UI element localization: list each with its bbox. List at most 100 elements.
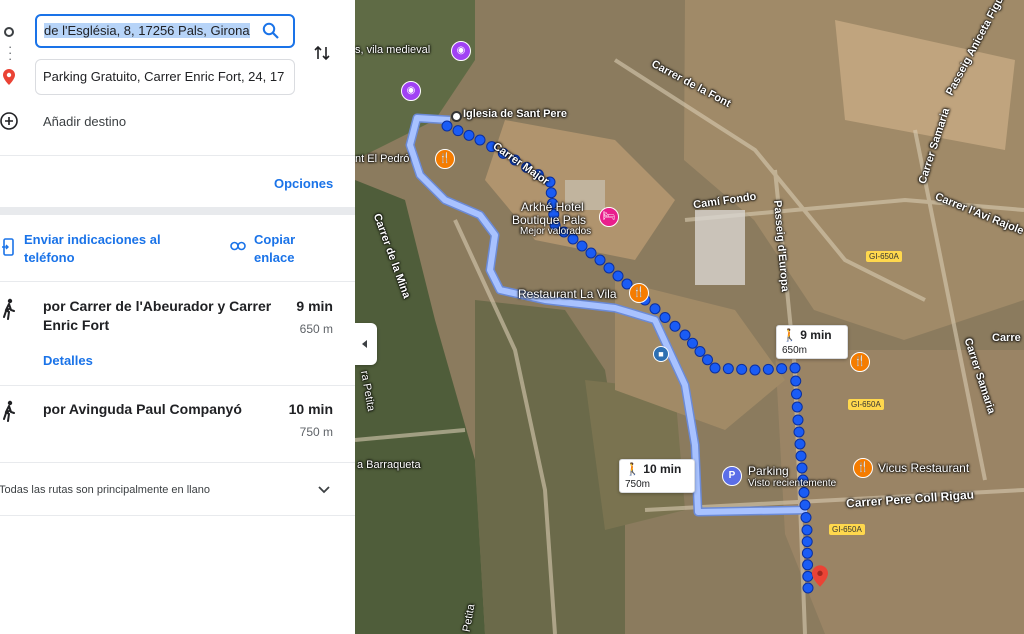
route-dot xyxy=(702,354,713,366)
route-1-callout[interactable]: 🚶 9 min 650m xyxy=(776,325,848,359)
bus-stop-icon[interactable]: ■ xyxy=(653,346,669,362)
route-dot xyxy=(790,375,802,387)
route-2-time: 10 min xyxy=(288,401,333,417)
place-label-hotel-3: Mejor valorados xyxy=(520,226,592,237)
restaurant-icon[interactable]: 🍴 xyxy=(629,283,649,303)
destination-pin-icon xyxy=(3,69,15,85)
route-dot xyxy=(798,487,810,498)
route-1-via[interactable]: por Carrer de l'Abeurador y Carrer Enric… xyxy=(43,297,288,335)
search-icon[interactable] xyxy=(262,22,280,40)
send-to-phone-icon[interactable] xyxy=(2,238,14,256)
church-dot-icon xyxy=(451,111,462,122)
route-dot xyxy=(694,346,706,357)
route-dot xyxy=(709,362,721,374)
camera-icon[interactable]: ◉ xyxy=(451,41,471,61)
route-1-callout-distance: 650m xyxy=(782,345,808,356)
origin-circle-icon xyxy=(4,27,14,37)
route-dot xyxy=(801,547,813,559)
route-dot xyxy=(545,187,557,199)
route-dot xyxy=(789,362,801,374)
satellite-imagery xyxy=(355,0,1024,634)
add-destination-label[interactable]: Añadir destino xyxy=(43,114,126,129)
route-dot xyxy=(793,426,805,438)
restaurant-icon[interactable]: 🍴 xyxy=(435,149,455,169)
divider xyxy=(0,155,355,156)
route-dot xyxy=(776,363,788,375)
link-icon[interactable] xyxy=(230,241,246,251)
send-to-phone-button[interactable]: Enviar indicaciones al teléfono xyxy=(24,231,184,267)
route-dot xyxy=(801,536,813,548)
route-dot xyxy=(585,247,597,259)
restaurant-icon[interactable]: 🍴 xyxy=(853,458,873,478)
route-dot xyxy=(799,499,811,511)
section-separator xyxy=(0,207,355,215)
route-dot xyxy=(452,125,464,137)
route-dots-icon: · · · xyxy=(8,39,13,66)
copy-link-button[interactable]: Copiar enlace xyxy=(254,231,314,267)
chevron-down-icon[interactable] xyxy=(318,486,330,494)
walking-icon xyxy=(3,298,15,320)
parking-icon[interactable]: P xyxy=(722,466,742,486)
add-destination-icon[interactable] xyxy=(0,112,18,130)
route-2-via[interactable]: por Avinguda Paul Companyó xyxy=(43,400,288,419)
place-label-parking[interactable]: Parking xyxy=(748,464,789,478)
route-dot xyxy=(749,364,761,376)
divider xyxy=(0,385,355,386)
route-1-details-button[interactable]: Detalles xyxy=(43,353,93,368)
road-shield: GI-650A xyxy=(866,251,902,262)
route-dot xyxy=(594,254,606,266)
route-dot xyxy=(796,462,808,474)
route-dot xyxy=(659,312,671,323)
route-dot xyxy=(722,363,734,375)
place-label-hotel-2[interactable]: Boutique Pals xyxy=(512,213,586,227)
place-label-restaurant-pedro[interactable]: nt El Pedró xyxy=(355,153,409,165)
road-shield: GI-650A xyxy=(848,399,884,410)
swap-icon[interactable] xyxy=(313,44,331,62)
map-view[interactable]: Iglesia de Sant Pere s, vila medieval ◉ … xyxy=(355,0,1024,634)
route-dot xyxy=(801,524,813,536)
route-dot xyxy=(603,262,615,274)
hotel-icon[interactable]: 🛏 xyxy=(599,207,619,227)
route-2-callout-distance: 750m xyxy=(625,479,651,490)
chevron-left-icon xyxy=(362,340,367,348)
divider xyxy=(0,281,355,282)
road-shield: GI-650A xyxy=(829,524,865,535)
route-dot xyxy=(794,438,806,450)
route-dot xyxy=(791,388,802,400)
route-dot xyxy=(800,512,812,523)
route-2-callout[interactable]: 🚶 10 min 750m xyxy=(619,459,695,493)
camera-icon[interactable]: ◉ xyxy=(401,81,421,101)
street-label: Carre xyxy=(992,332,1021,344)
place-label-village[interactable]: s, vila medieval xyxy=(355,44,430,56)
street-label: a Barraqueta xyxy=(357,459,421,471)
place-label-hotel-1[interactable]: Arkhé Hotel xyxy=(521,200,584,214)
walking-icon: 🚶 xyxy=(782,328,797,342)
restaurant-icon[interactable]: 🍴 xyxy=(850,352,870,372)
route-dot xyxy=(762,363,774,375)
place-label-restaurant-vila[interactable]: Restaurant La Vila xyxy=(518,287,617,301)
divider xyxy=(0,515,355,516)
directions-panel: · · · de l'Església, 8, 17256 Pals, Girona… xyxy=(0,0,355,634)
place-label-parking-sub: Visto recientemente xyxy=(748,478,837,489)
route-dot xyxy=(463,129,475,141)
destination-marker-icon[interactable] xyxy=(812,565,828,587)
place-label-church[interactable]: Iglesia de Sant Pere xyxy=(463,108,567,120)
route-dot xyxy=(795,450,807,462)
collapse-panel-button[interactable] xyxy=(355,323,377,365)
route-dot xyxy=(441,120,453,132)
place-label-vicus[interactable]: Vicus Restaurant xyxy=(878,461,969,475)
route-dot xyxy=(612,270,624,282)
route-dot xyxy=(669,320,681,332)
route-dot xyxy=(474,134,486,146)
options-button[interactable]: Opciones xyxy=(274,176,333,191)
terrain-note: Todas las rutas son principalmente en ll… xyxy=(0,484,210,496)
walking-icon xyxy=(3,400,15,422)
destination-input[interactable]: Parking Gratuito, Carrer Enric Fort, 24,… xyxy=(35,59,295,95)
route-dot xyxy=(576,240,588,252)
origin-input-value: de l'Església, 8, 17256 Pals, Girona xyxy=(44,23,250,38)
destination-input-value: Parking Gratuito, Carrer Enric Fort, 24,… xyxy=(43,69,285,84)
route-dot xyxy=(736,363,748,375)
walking-icon: 🚶 xyxy=(625,462,640,476)
origin-input[interactable]: de l'Església, 8, 17256 Pals, Girona xyxy=(35,14,295,48)
route-1-callout-time: 9 min xyxy=(800,328,832,342)
